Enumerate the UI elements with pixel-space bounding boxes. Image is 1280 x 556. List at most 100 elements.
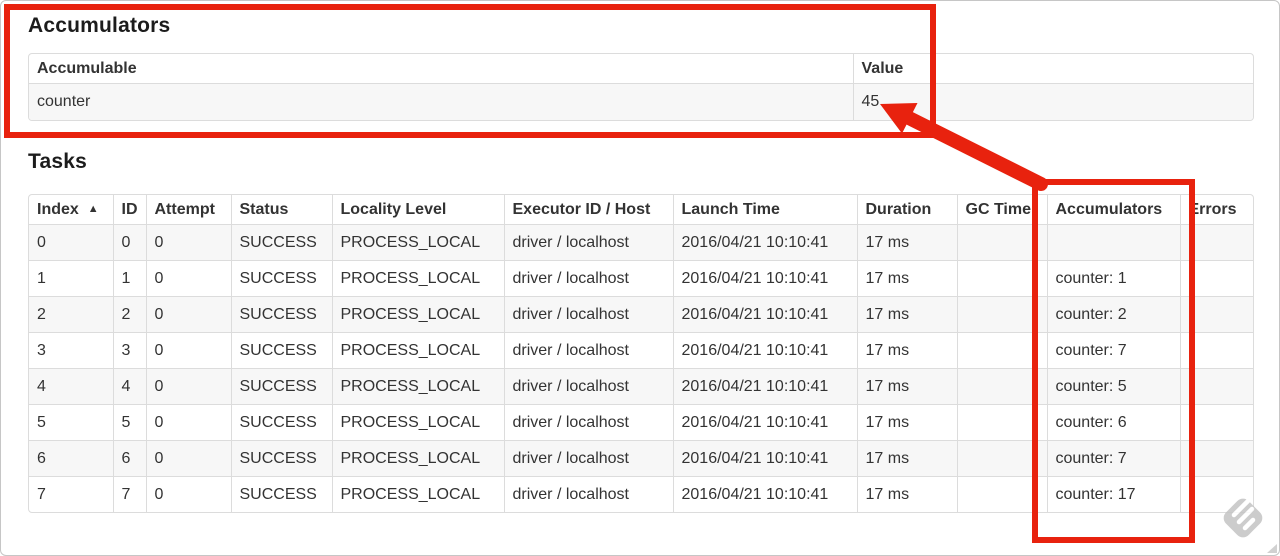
task-cell-locality-level: PROCESS_LOCAL bbox=[331, 476, 504, 512]
task-cell-gc-time bbox=[956, 440, 1047, 477]
task-cell-attempt: 0 bbox=[145, 224, 231, 261]
task-cell-launch-time: 2016/04/21 10:10:41 bbox=[672, 404, 857, 441]
task-cell-errors bbox=[1179, 332, 1253, 369]
tasks-table: Index ▲ ID Attempt Status Locality Level Execu… bbox=[28, 194, 1254, 513]
task-cell-id: 7 bbox=[112, 476, 146, 512]
spark-stage-page: Accumulators Accumulable Value counter 45 … bbox=[0, 0, 1280, 556]
task-cell-attempt: 0 bbox=[145, 260, 231, 297]
task-cell-id: 4 bbox=[112, 368, 146, 405]
task-cell-index: 2 bbox=[29, 296, 113, 333]
task-cell-accumulators: counter: 7 bbox=[1046, 332, 1180, 369]
corner-artifact bbox=[1267, 544, 1277, 553]
task-cell-errors bbox=[1179, 404, 1253, 441]
task-cell-accumulators: counter: 5 bbox=[1046, 368, 1180, 405]
task-cell-errors bbox=[1179, 368, 1253, 405]
task-cell-attempt: 0 bbox=[145, 440, 231, 477]
acc-col-header-accumulable[interactable]: Accumulable bbox=[29, 54, 853, 84]
task-cell-status: SUCCESS bbox=[230, 332, 332, 369]
task-cell-attempt: 0 bbox=[145, 296, 231, 333]
tasks-section-heading: Tasks bbox=[28, 150, 87, 173]
task-cell-launch-time: 2016/04/21 10:10:41 bbox=[672, 296, 857, 333]
tasks-col-header-id[interactable]: ID bbox=[112, 195, 146, 225]
task-cell-duration: 17 ms bbox=[856, 296, 957, 333]
task-cell-attempt: 0 bbox=[145, 332, 231, 369]
task-cell-locality-level: PROCESS_LOCAL bbox=[331, 224, 504, 261]
task-cell-status: SUCCESS bbox=[230, 476, 332, 512]
task-cell-locality-level: PROCESS_LOCAL bbox=[331, 332, 504, 369]
task-cell-locality-level: PROCESS_LOCAL bbox=[331, 368, 504, 405]
task-cell-errors bbox=[1179, 440, 1253, 477]
task-cell-errors bbox=[1179, 476, 1253, 512]
task-cell-gc-time bbox=[956, 224, 1047, 261]
tasks-col-header-accumulators[interactable]: Accumulators bbox=[1046, 195, 1180, 225]
annotation-arrow-shaft bbox=[902, 111, 1048, 191]
acc-cell-accumulable: counter bbox=[29, 83, 853, 120]
accumulators-section-heading: Accumulators bbox=[28, 14, 171, 37]
task-cell-accumulators: counter: 2 bbox=[1046, 296, 1180, 333]
task-cell-duration: 17 ms bbox=[856, 368, 957, 405]
task-cell-executor-id-host: driver / localhost bbox=[503, 224, 673, 261]
acc-col-header-value[interactable]: Value bbox=[852, 54, 1253, 84]
task-cell-executor-id-host: driver / localhost bbox=[503, 404, 673, 441]
task-cell-accumulators: counter: 1 bbox=[1046, 260, 1180, 297]
task-cell-duration: 17 ms bbox=[856, 404, 957, 441]
task-cell-index: 6 bbox=[29, 440, 113, 477]
task-cell-locality-level: PROCESS_LOCAL bbox=[331, 440, 504, 477]
task-row: 1 1 0 SUCCESS PROCESS_LOCAL driver / localhos… bbox=[29, 260, 1253, 297]
task-cell-id: 6 bbox=[112, 440, 146, 477]
sort-ascending-icon: ▲ bbox=[87, 203, 99, 215]
task-cell-launch-time: 2016/04/21 10:10:41 bbox=[672, 476, 857, 512]
tasks-col-header-status[interactable]: Status bbox=[230, 195, 332, 225]
task-cell-accumulators: counter: 6 bbox=[1046, 404, 1180, 441]
tasks-col-header-gc-time[interactable]: GC Time bbox=[956, 195, 1047, 225]
task-cell-index: 0 bbox=[29, 224, 113, 261]
task-row: 3 3 0 SUCCESS PROCESS_LOCAL driver / localhos… bbox=[29, 332, 1253, 369]
task-row: 7 7 0 SUCCESS PROCESS_LOCAL driver / localhos… bbox=[29, 476, 1253, 512]
task-cell-id: 3 bbox=[112, 332, 146, 369]
task-cell-status: SUCCESS bbox=[230, 404, 332, 441]
task-cell-accumulators bbox=[1046, 224, 1180, 261]
task-cell-launch-time: 2016/04/21 10:10:41 bbox=[672, 440, 857, 477]
acc-cell-value: 45 bbox=[852, 83, 1253, 120]
task-cell-duration: 17 ms bbox=[856, 224, 957, 261]
tasks-col-header-duration[interactable]: Duration bbox=[856, 195, 957, 225]
accumulators-table: Accumulable Value counter 45 bbox=[28, 53, 1254, 121]
task-cell-gc-time bbox=[956, 368, 1047, 405]
task-cell-launch-time: 2016/04/21 10:10:41 bbox=[672, 260, 857, 297]
task-cell-executor-id-host: driver / localhost bbox=[503, 476, 673, 512]
task-cell-duration: 17 ms bbox=[856, 476, 957, 512]
task-cell-launch-time: 2016/04/21 10:10:41 bbox=[672, 224, 857, 261]
task-cell-duration: 17 ms bbox=[856, 440, 957, 477]
task-cell-errors bbox=[1179, 260, 1253, 297]
task-cell-status: SUCCESS bbox=[230, 440, 332, 477]
tasks-col-header-attempt[interactable]: Attempt bbox=[145, 195, 231, 225]
task-cell-errors bbox=[1179, 296, 1253, 333]
task-cell-locality-level: PROCESS_LOCAL bbox=[331, 404, 504, 441]
task-row: 2 2 0 SUCCESS PROCESS_LOCAL driver / localhos… bbox=[29, 296, 1253, 333]
task-cell-duration: 17 ms bbox=[856, 332, 957, 369]
tasks-col-header-errors[interactable]: Errors bbox=[1179, 195, 1253, 225]
task-cell-id: 0 bbox=[112, 224, 146, 261]
tasks-col-header-locality-level[interactable]: Locality Level bbox=[331, 195, 504, 225]
task-cell-attempt: 0 bbox=[145, 476, 231, 512]
task-cell-launch-time: 2016/04/21 10:10:41 bbox=[672, 368, 857, 405]
task-cell-status: SUCCESS bbox=[230, 224, 332, 261]
task-cell-executor-id-host: driver / localhost bbox=[503, 440, 673, 477]
task-cell-id: 5 bbox=[112, 404, 146, 441]
task-row: 0 0 0 SUCCESS PROCESS_LOCAL driver / localhos… bbox=[29, 224, 1253, 261]
task-cell-status: SUCCESS bbox=[230, 296, 332, 333]
tasks-col-header-index[interactable]: Index ▲ bbox=[29, 195, 113, 225]
task-cell-duration: 17 ms bbox=[856, 260, 957, 297]
task-cell-launch-time: 2016/04/21 10:10:41 bbox=[672, 332, 857, 369]
task-cell-index: 5 bbox=[29, 404, 113, 441]
task-cell-index: 4 bbox=[29, 368, 113, 405]
task-cell-gc-time bbox=[956, 296, 1047, 333]
task-cell-status: SUCCESS bbox=[230, 260, 332, 297]
task-cell-accumulators: counter: 17 bbox=[1046, 476, 1180, 512]
task-cell-id: 2 bbox=[112, 296, 146, 333]
tasks-col-header-executor-id-host[interactable]: Executor ID / Host bbox=[503, 195, 673, 225]
task-cell-gc-time bbox=[956, 404, 1047, 441]
task-cell-attempt: 0 bbox=[145, 404, 231, 441]
tasks-col-header-launch-time[interactable]: Launch Time bbox=[672, 195, 857, 225]
task-cell-executor-id-host: driver / localhost bbox=[503, 368, 673, 405]
